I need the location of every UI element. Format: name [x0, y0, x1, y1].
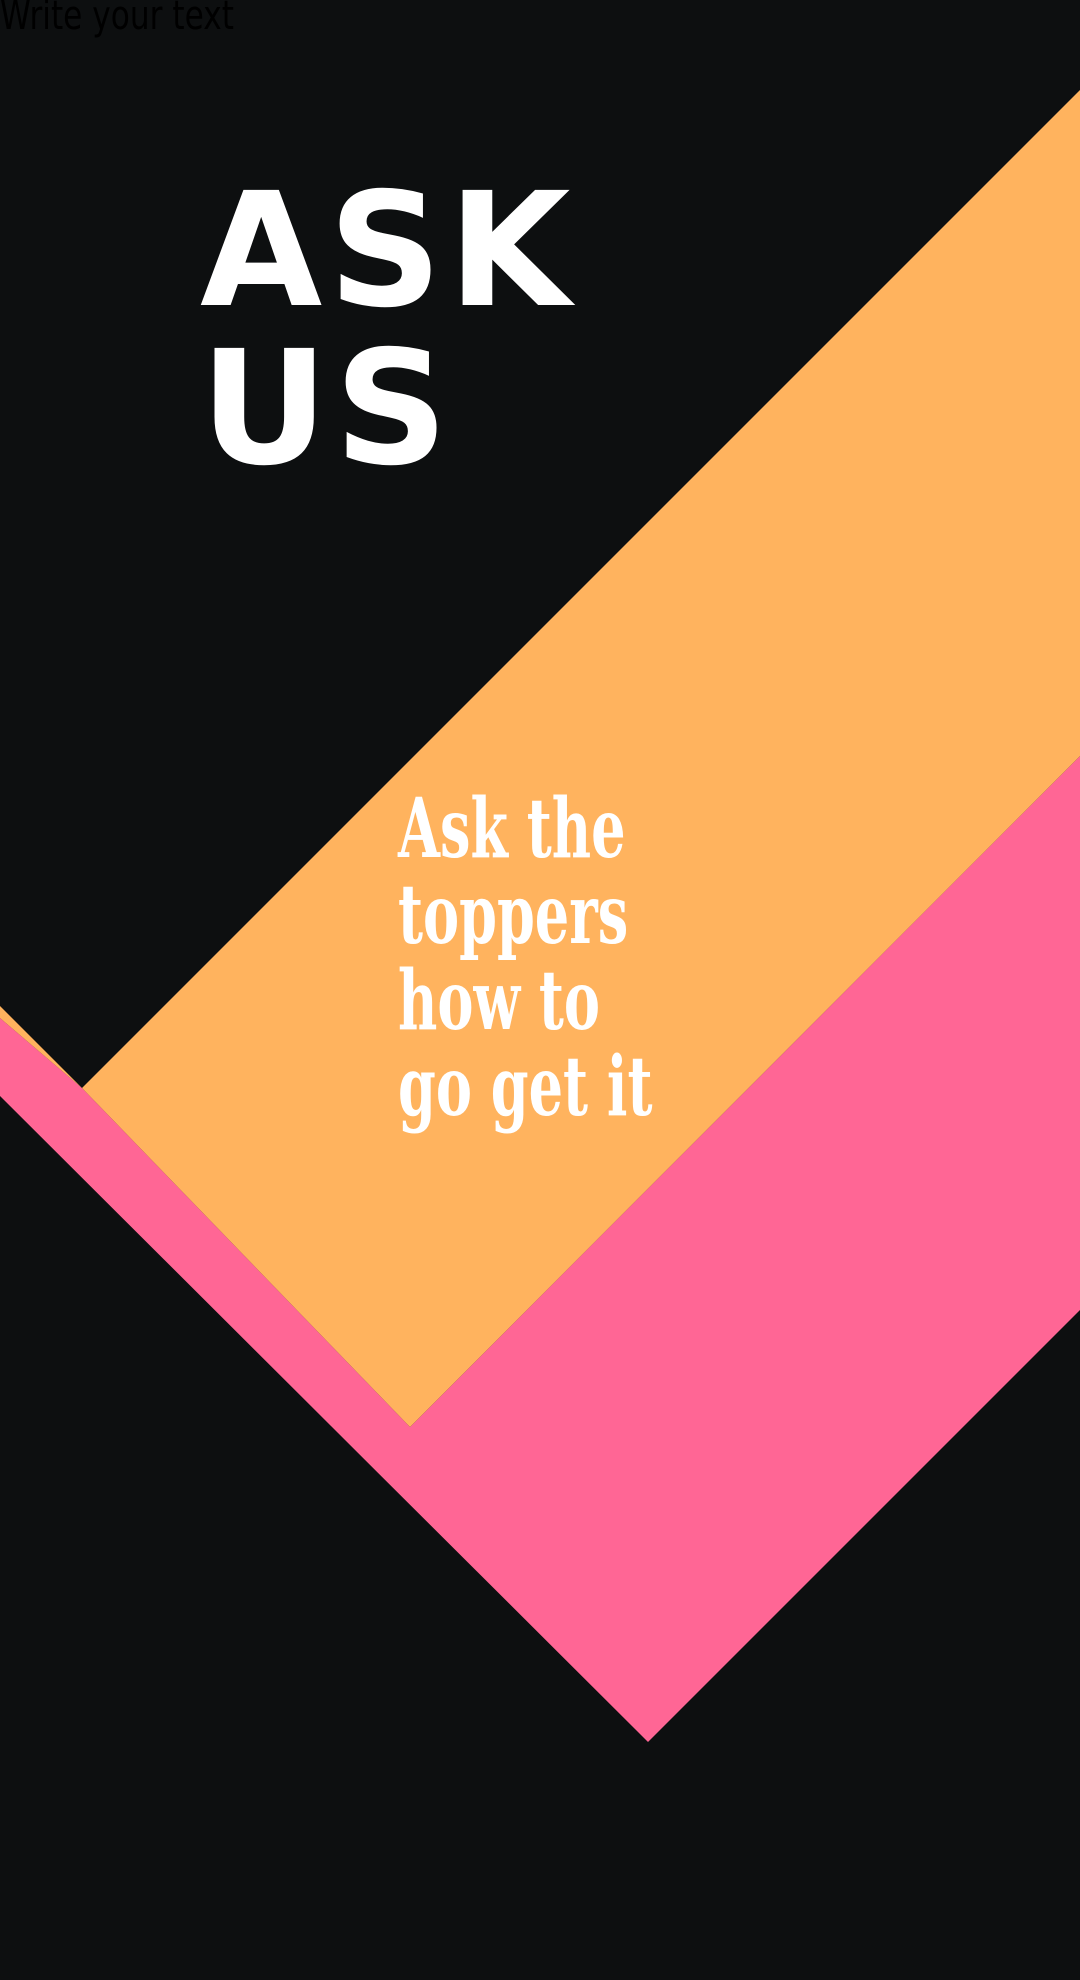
tagline: Ask the toppers how to go get it	[398, 786, 652, 1130]
headline-line-2: US	[200, 317, 455, 501]
tagline-line-2: toppers	[398, 867, 629, 963]
poster-canvas: Write your text ASK US Ask the toppers h…	[0, 0, 1080, 1980]
tagline-line-1: Ask the	[398, 781, 626, 877]
tagline-line-3: how to	[398, 953, 600, 1049]
headline-line-1: ASK	[200, 159, 577, 343]
placeholder-text[interactable]: Write your text	[0, 0, 234, 38]
headline: ASK US	[200, 172, 577, 488]
tagline-line-4: go get it	[398, 1039, 653, 1135]
